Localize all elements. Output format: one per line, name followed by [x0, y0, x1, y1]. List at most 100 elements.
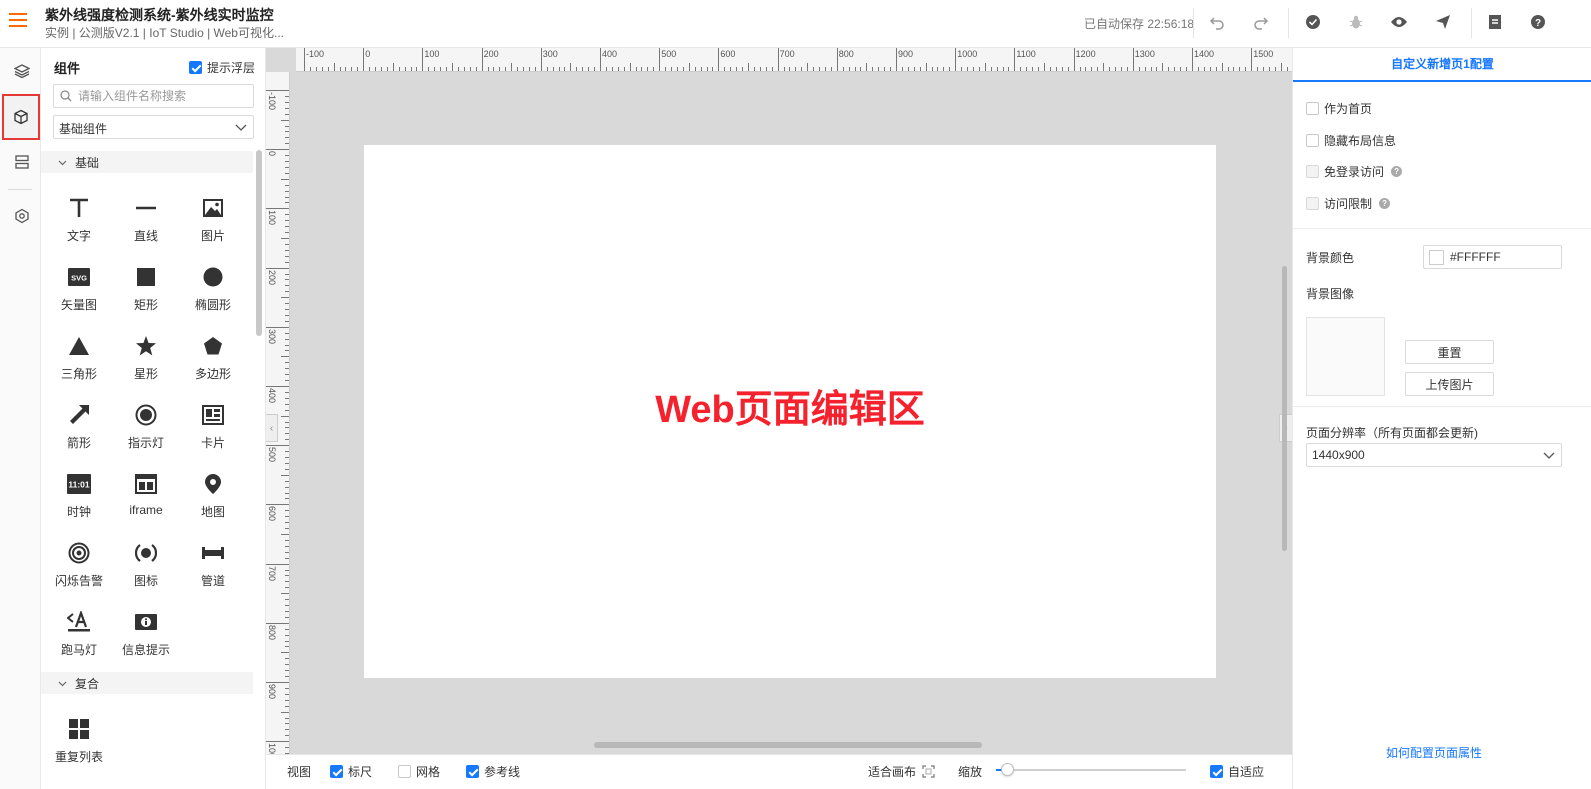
upload-image-button[interactable]: 上传图片	[1405, 372, 1494, 396]
collapse-left-panel-button[interactable]: ‹	[266, 414, 278, 442]
checkbox-checked-icon[interactable]	[1210, 765, 1223, 778]
ruler-tick	[285, 125, 289, 127]
ruler-tick	[742, 67, 744, 71]
ruler-tick	[285, 261, 289, 263]
component-clock[interactable]: 11:01 时钟	[46, 465, 112, 527]
hamburger-menu-icon[interactable]	[9, 13, 27, 29]
checkbox-disabled-icon[interactable]	[1306, 197, 1319, 210]
ruler-label: 200	[267, 269, 277, 285]
ruler-tick	[285, 492, 289, 494]
checkbox-unchecked-icon[interactable]	[1306, 134, 1319, 147]
color-swatch[interactable]	[1429, 249, 1444, 265]
component-type-select[interactable]: 基础组件	[53, 115, 254, 139]
component-marquee[interactable]: 跑马灯	[46, 603, 112, 665]
web-page-canvas[interactable]: Web页面编辑区	[364, 145, 1216, 678]
component-pipe[interactable]: 管道	[180, 534, 246, 596]
component-flash-alarm[interactable]: 闪烁告警	[46, 534, 112, 596]
component-arrow[interactable]: 箭形	[46, 396, 112, 458]
ruler-tick	[984, 63, 986, 71]
component-svg[interactable]: SVG 矢量图	[46, 258, 112, 320]
set-home-option[interactable]: 作为首页	[1306, 100, 1372, 117]
layers-icon[interactable]	[4, 53, 40, 89]
checkbox-unchecked-icon[interactable]	[1306, 102, 1319, 115]
component-image[interactable]: 图片	[180, 189, 246, 251]
redo-icon[interactable]	[1251, 12, 1271, 32]
zoom-slider-handle[interactable]	[1001, 763, 1014, 776]
ruler-tick	[1120, 67, 1122, 71]
ruler-tick	[1203, 67, 1205, 71]
ellipse-icon	[200, 264, 226, 290]
debug-bug-icon[interactable]	[1346, 12, 1366, 32]
marquee-icon	[66, 609, 92, 635]
ruler-tick	[285, 143, 289, 145]
tab-page-config[interactable]: 自定义新增页1配置	[1293, 48, 1591, 82]
ruler-tick	[285, 427, 289, 429]
check-circle-icon[interactable]	[1303, 12, 1323, 32]
component-triangle[interactable]: 三角形	[46, 327, 112, 389]
zoom-slider-track[interactable]	[996, 769, 1186, 771]
component-line[interactable]: 直线	[113, 189, 179, 251]
checkbox-unchecked-icon[interactable]	[398, 765, 411, 778]
ruler-label: 800	[267, 624, 277, 640]
ruler-toggle[interactable]: 标尺	[330, 763, 372, 780]
ruler-tick	[1180, 67, 1182, 71]
fit-canvas-button[interactable]: 适合画布	[868, 763, 935, 780]
help-question-icon[interactable]: ?	[1391, 166, 1403, 177]
ruler-tick	[1044, 63, 1045, 71]
settings-hexagon-icon[interactable]	[4, 198, 40, 234]
reset-button[interactable]: 重置	[1405, 340, 1494, 364]
undo-icon[interactable]	[1207, 12, 1227, 32]
checkbox-checked-icon[interactable]	[466, 765, 479, 778]
ruler-tick	[1109, 67, 1111, 71]
ruler-tick	[285, 581, 289, 583]
resolution-select[interactable]: 1440x900	[1306, 443, 1562, 467]
component-polygon[interactable]: 多边形	[180, 327, 246, 389]
ruler-tick	[665, 67, 667, 71]
document-icon[interactable]	[1485, 12, 1505, 32]
checkbox-disabled-icon[interactable]	[1306, 165, 1319, 178]
help-question-icon[interactable]: ?	[1379, 198, 1391, 209]
ruler-tick	[369, 67, 371, 71]
component-text[interactable]: 文字	[46, 189, 112, 251]
hint-layer-checkbox[interactable]: 提示浮层	[189, 59, 255, 76]
component-info-tip[interactable]: 信息提示	[113, 603, 179, 665]
preview-eye-icon[interactable]	[1389, 12, 1409, 32]
components-cube-icon[interactable]	[2, 94, 40, 140]
search-input[interactable]	[78, 87, 248, 105]
indicator-light-icon	[133, 402, 159, 428]
panel-scrollbar[interactable]	[256, 150, 262, 336]
grid-toggle[interactable]: 网格	[398, 763, 440, 780]
help-icon[interactable]: ?	[1528, 12, 1548, 32]
ruler-tick	[765, 67, 767, 71]
component-indicator-light[interactable]: 指示灯	[113, 396, 179, 458]
no-login-option[interactable]: 免登录访问 ?	[1306, 163, 1403, 180]
bg-color-input[interactable]: #FFFFFF	[1423, 245, 1562, 269]
canvas-horizontal-scrollbar[interactable]	[594, 742, 982, 748]
hide-layout-option[interactable]: 隐藏布局信息	[1306, 132, 1396, 149]
component-star[interactable]: 星形	[113, 327, 179, 389]
auto-fit-toggle[interactable]: 自适应	[1210, 763, 1264, 780]
category-composite[interactable]: 复合	[41, 672, 253, 694]
component-iframe[interactable]: iframe	[113, 465, 179, 527]
ruler-tick	[285, 320, 289, 322]
publish-send-icon[interactable]	[1433, 12, 1453, 32]
component-icon[interactable]: 图标	[113, 534, 179, 596]
page-config-help-link[interactable]: 如何配置页面属性	[1293, 744, 1575, 761]
category-basic[interactable]: 基础	[41, 151, 253, 173]
component-rectangle[interactable]: 矩形	[113, 258, 179, 320]
canvas-vertical-scrollbar[interactable]	[1282, 266, 1287, 551]
access-limit-option[interactable]: 访问限制 ?	[1306, 195, 1391, 212]
component-map[interactable]: 地图	[180, 465, 246, 527]
checkbox-checked-icon[interactable]	[189, 61, 202, 74]
component-repeat-list[interactable]: 重复列表	[46, 710, 112, 772]
page-structure-icon[interactable]	[4, 144, 40, 180]
ruler-tick	[700, 67, 702, 71]
left-icon-bar	[0, 48, 41, 789]
component-card[interactable]: 卡片	[180, 396, 246, 458]
component-ellipse[interactable]: 椭圆形	[180, 258, 246, 320]
ruler-tick	[1168, 67, 1170, 71]
ruler-tick	[285, 101, 289, 103]
checkbox-checked-icon[interactable]	[330, 765, 343, 778]
guides-toggle[interactable]: 参考线	[466, 763, 520, 780]
ruler-tick	[493, 67, 495, 71]
